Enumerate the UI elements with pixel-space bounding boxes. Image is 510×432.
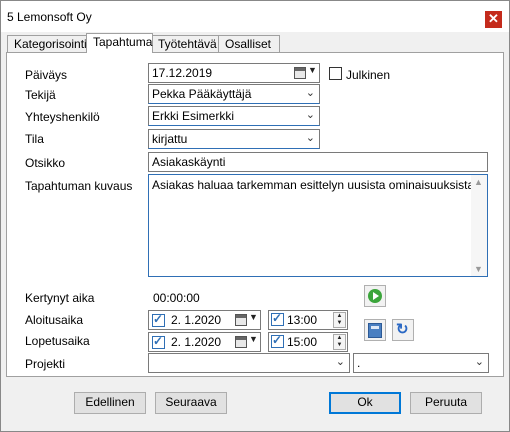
contact-label: Yhteyshenkilö (25, 110, 100, 124)
public-label: Julkinen (346, 68, 391, 82)
description-label: Tapahtuman kuvaus (25, 179, 133, 193)
start-date-value: 2. 1.2020 (171, 313, 222, 327)
start-date-checkbox[interactable] (152, 312, 165, 327)
title-bar: 5 Lemonsoft Oy ✕ (1, 1, 509, 32)
contact-value: Erkki Esimerkki (152, 109, 235, 123)
chevron-down-icon[interactable]: ▼ (249, 334, 258, 344)
project-select[interactable]: ⌄ (148, 353, 350, 373)
project-label: Projekti (25, 357, 66, 371)
description-textarea[interactable]: Asiakas haluaa tarkemman esittelyn uusis… (148, 174, 488, 277)
close-button[interactable]: ✕ (485, 11, 502, 28)
date-label: Päiväys (25, 68, 68, 82)
next-button[interactable]: Seuraava (155, 392, 227, 414)
play-icon (368, 289, 382, 303)
tab-osalliset[interactable]: Osalliset (218, 35, 280, 52)
chevron-down-icon: ⌄ (335, 356, 345, 368)
chevron-down-icon: ⌄ (474, 356, 484, 368)
end-time-checkbox[interactable] (271, 333, 284, 348)
scroll-down-icon[interactable]: ▼ (474, 264, 483, 274)
end-date-picker[interactable]: 2. 1.2020 ▼ (148, 332, 261, 352)
date-value: 17.12.2019 (152, 66, 213, 80)
start-time-value: 13:00 (287, 313, 318, 327)
end-time-label: Lopetusaika (25, 334, 90, 348)
end-date-checkbox[interactable] (152, 334, 165, 349)
doer-label: Tekijä (25, 88, 56, 102)
calculator-icon (368, 323, 382, 338)
state-label: Tila (25, 132, 44, 146)
refresh-icon: ↻ (396, 321, 409, 338)
refresh-button[interactable]: ↻ (392, 319, 414, 341)
contact-select[interactable]: Erkki Esimerkki ⌄ (148, 106, 320, 126)
tab-tyotehtava[interactable]: Työtehtävä (151, 35, 220, 52)
accrued-time-label: Kertynyt aika (25, 291, 95, 305)
start-time-spinner[interactable]: 13:00 ▲▼ (268, 310, 348, 330)
doer-select[interactable]: Pekka Pääkäyttäjä ⌄ (148, 84, 320, 104)
chevron-down-icon: ⌄ (305, 87, 315, 99)
event-dialog: 5 Lemonsoft Oy ✕ Kategorisointi Tapahtum… (0, 0, 510, 432)
window-title: 5 Lemonsoft Oy (7, 10, 92, 24)
end-date-value: 2. 1.2020 (171, 335, 222, 349)
calculate-button[interactable] (364, 319, 386, 341)
subject-label: Otsikko (25, 156, 66, 170)
start-time-label: Aloitusaika (25, 313, 84, 327)
calendar-icon[interactable] (294, 67, 306, 79)
calendar-icon[interactable] (235, 314, 247, 326)
project-phase-select[interactable]: . ⌄ (353, 353, 489, 373)
end-time-spinner[interactable]: 15:00 ▲▼ (268, 332, 348, 352)
start-date-picker[interactable]: 2. 1.2020 ▼ (148, 310, 261, 330)
tab-kategorisointi[interactable]: Kategorisointi (7, 35, 88, 52)
scroll-up-icon[interactable]: ▲ (474, 177, 483, 187)
calendar-icon[interactable] (235, 336, 247, 348)
start-time-checkbox[interactable] (271, 311, 284, 326)
accrued-time-value: 00:00:00 (153, 291, 200, 305)
description-value: Asiakas haluaa tarkemman esittelyn uusis… (152, 178, 478, 192)
close-icon: ✕ (488, 11, 499, 26)
chevron-down-icon[interactable]: ▼ (249, 312, 258, 322)
chevron-down-icon: ⌄ (305, 132, 315, 144)
end-time-value: 15:00 (287, 335, 318, 349)
previous-button[interactable]: Edellinen (74, 392, 146, 414)
tab-tapahtuma[interactable]: Tapahtuma (86, 33, 153, 53)
ok-button[interactable]: Ok (329, 392, 401, 414)
spinner-arrows-icon[interactable]: ▲ ▼ (333, 334, 346, 350)
spinner-arrows-icon[interactable]: ▲ ▼ (333, 312, 346, 328)
subject-value: Asiakaskäynti (152, 155, 226, 169)
date-picker[interactable]: 17.12.2019 ▼ (148, 63, 320, 83)
state-select[interactable]: kirjattu ⌄ (148, 129, 320, 149)
public-checkbox[interactable] (329, 67, 342, 80)
project-phase-value: . (357, 356, 361, 370)
chevron-down-icon[interactable]: ▼ (308, 65, 317, 75)
state-value: kirjattu (152, 132, 188, 146)
start-timer-button[interactable] (364, 285, 386, 307)
description-scrollbar[interactable]: ▲ ▼ (471, 175, 487, 276)
subject-input[interactable]: Asiakaskäynti (148, 152, 488, 172)
cancel-button[interactable]: Peruuta (410, 392, 482, 414)
chevron-down-icon: ⌄ (305, 109, 315, 121)
doer-value: Pekka Pääkäyttäjä (152, 87, 252, 101)
